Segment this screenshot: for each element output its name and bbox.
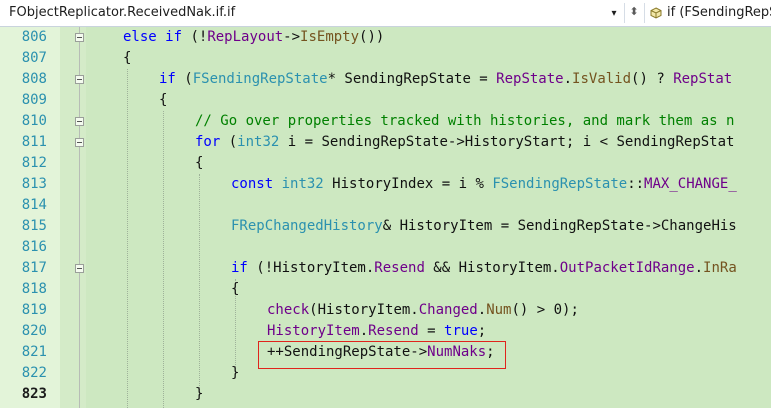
member-label: if (FSendingRepSt [667,5,771,20]
line-number: 807 [21,50,47,66]
line-number: 811 [21,134,47,150]
code-text[interactable]: { [231,279,239,300]
code-line: 820 HistoryItem.Resend = true; [0,321,771,342]
line-number: 814 [21,197,47,213]
code-line: 810 // Go over properties tracked with h… [0,111,771,132]
scope-cube-icon [650,7,662,19]
code-line: 818 { [0,279,771,300]
line-number: 812 [21,155,47,171]
code-line: 809 { [0,90,771,111]
divider [624,3,625,23]
code-line: 816 [0,237,771,258]
code-line: 812 { [0,153,771,174]
code-comment[interactable]: // Go over properties tracked with histo… [195,111,734,132]
code-text[interactable]: } [231,363,239,384]
split-editor-icon[interactable]: ⬍ [627,4,641,20]
line-number: 806 [21,29,47,45]
code-line: 808 if (FSendingRepState* SendingRepStat… [0,69,771,90]
navigation-bar: FObjectReplicator.ReceivedNak.if.if ▾ ⬍ … [0,0,771,27]
line-number: 810 [21,113,47,129]
code-text[interactable]: FRepChangedHistory& HistoryItem = Sendin… [231,216,737,237]
code-text[interactable]: { [123,48,131,69]
code-line: 807 { [0,48,771,69]
line-number: 821 [21,344,47,360]
code-line: 817 if (!HistoryItem.Resend && HistoryIt… [0,258,771,279]
code-text[interactable]: const int32 HistoryIndex = i % FSendingR… [231,174,737,195]
scope-label: FObjectReplicator.ReceivedNak.if.if [9,5,236,20]
code-line: 813 const int32 HistoryIndex = i % FSend… [0,174,771,195]
code-text[interactable]: else if (!RepLayout->IsEmpty()) [123,27,384,48]
line-number: 819 [21,302,47,318]
highlight-box [258,341,506,369]
line-number: 815 [21,218,47,234]
line-number-current: 823 [21,386,47,402]
divider [644,3,645,23]
chevron-down-icon[interactable]: ▾ [607,6,621,22]
code-line: 819 check(HistoryItem.Changed.Num() > 0)… [0,300,771,321]
code-text[interactable]: } [195,384,203,405]
line-number: 822 [21,365,47,381]
line-number: 816 [21,239,47,255]
code-line-current: 823 } [0,384,771,405]
code-line: 806 else if (!RepLayout->IsEmpty()) [0,27,771,48]
code-editor[interactable]: 806 else if (!RepLayout->IsEmpty()) 807 … [0,27,771,408]
member-dropdown[interactable]: if (FSendingRepSt [646,2,771,24]
code-line: 815 FRepChangedHistory& HistoryItem = Se… [0,216,771,237]
code-text[interactable]: HistoryItem.Resend = true; [267,321,486,342]
line-number: 818 [21,281,47,297]
code-text[interactable]: if (!HistoryItem.Resend && HistoryItem.O… [231,258,737,279]
code-text[interactable]: check(HistoryItem.Changed.Num() > 0); [267,300,579,321]
code-text[interactable]: { [159,90,167,111]
line-number: 817 [21,260,47,276]
code-line: 814 [0,195,771,216]
code-text[interactable]: { [195,153,203,174]
code-text[interactable]: for (int32 i = SendingRepState->HistoryS… [195,132,734,153]
line-number: 809 [21,92,47,108]
line-number: 808 [21,71,47,87]
code-text[interactable]: if (FSendingRepState* SendingRepState = … [159,69,732,90]
line-number: 820 [21,323,47,339]
line-number: 813 [21,176,47,192]
scope-dropdown[interactable]: FObjectReplicator.ReceivedNak.if.if ▾ [0,2,622,24]
code-line: 811 for (int32 i = SendingRepState->Hist… [0,132,771,153]
